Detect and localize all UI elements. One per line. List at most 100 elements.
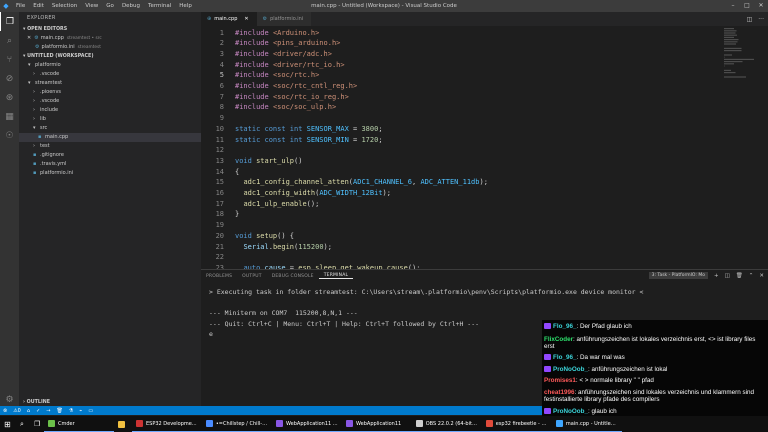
taskbar-app[interactable]: main.cpp - Untitled...	[552, 416, 622, 432]
panel-tab-debug-console[interactable]: DEBUG CONSOLE	[267, 274, 319, 279]
code-editor[interactable]: 1 #include <Arduino.h> 2 #include <pins_ard…	[201, 26, 768, 269]
menu-file[interactable]: File	[12, 3, 29, 9]
chat-text: : anführungszeichen ist lokales verzeich…	[544, 336, 756, 351]
more-actions-icon[interactable]: ···	[758, 16, 764, 23]
clean-icon[interactable]: 🗑	[56, 408, 62, 414]
debug-icon[interactable]: ⊘	[0, 69, 19, 88]
taskbar-app[interactable]: ESP32 Developme...	[132, 416, 202, 432]
menu-edit[interactable]: Edit	[29, 3, 48, 9]
minimize-icon[interactable]: –	[726, 0, 740, 12]
tree-item[interactable]: ▾ streamtest	[19, 79, 201, 88]
code-line: 7 #include <soc/rtc_io_reg.h>	[201, 92, 721, 103]
minimap[interactable]	[722, 26, 762, 269]
terminal-icon[interactable]: ▭	[88, 408, 93, 414]
file-icon: ▪	[38, 134, 42, 140]
explorer-icon[interactable]: ❐	[0, 12, 19, 31]
code-token: SENSOR_MAX	[306, 124, 349, 133]
tree-item[interactable]: ▪ .travis.yml	[19, 160, 201, 169]
tab-platformio-ini[interactable]: ⚙ platformio.ini	[256, 12, 312, 26]
code-line: 20 void setup() {	[201, 231, 721, 242]
chat-text: : anführungszeichen sind lokales verzeic…	[544, 389, 755, 404]
tree-item[interactable]: › lib	[19, 115, 201, 124]
remote-icon[interactable]: ⊗	[3, 408, 7, 414]
alien-icon[interactable]: ☉	[0, 126, 19, 145]
panel-tab-terminal[interactable]: TERMINAL	[318, 273, 354, 279]
code-token: setup	[256, 231, 278, 240]
menu-view[interactable]: View	[81, 3, 102, 9]
build-icon[interactable]: ✓	[36, 408, 40, 414]
tree-item[interactable]: ▾ platformio	[19, 61, 201, 70]
split-editor-icon[interactable]: ◫	[747, 16, 753, 23]
split-terminal-icon[interactable]: ◫	[725, 273, 730, 279]
search-taskbar-icon[interactable]: ⌕	[16, 416, 30, 432]
extensions-icon[interactable]: ▦	[0, 107, 19, 126]
maximize-panel-icon[interactable]: ⌃	[749, 273, 754, 279]
search-icon[interactable]: ⌕	[0, 31, 19, 50]
problems-icon[interactable]: ⚠0	[13, 408, 21, 414]
tree-item[interactable]: › .vscode	[19, 70, 201, 79]
workspace-header[interactable]: ▾ UNTITLED (WORKSPACE)	[19, 52, 201, 61]
tree-item[interactable]: ▾ src	[19, 124, 201, 133]
taskbar-app[interactable]: WebApplication11 ...	[272, 416, 342, 432]
line-number: 3	[219, 49, 224, 58]
panel-tab-problems[interactable]: PROBLEMS	[201, 274, 237, 279]
menu-terminal[interactable]: Terminal	[144, 3, 175, 9]
open-editor-name: main.cpp	[40, 35, 64, 41]
taskbar-app[interactable]: OBS 22.0.2 (64-bit, ...	[412, 416, 482, 432]
tree-item[interactable]: › .vscode	[19, 97, 201, 106]
tree-item[interactable]: › include	[19, 106, 201, 115]
line-number: 2	[219, 39, 224, 48]
taskbar-app[interactable]	[114, 416, 132, 432]
terminal-select[interactable]: 3: Task - PlatformIO: Mo	[648, 272, 708, 279]
home-icon[interactable]: ⌂	[27, 408, 30, 414]
taskbar-app[interactable]: esp32 firebeetle - G...	[482, 416, 552, 432]
menu-selection[interactable]: Selection	[48, 3, 81, 9]
start-button[interactable]: ⊞	[0, 416, 16, 432]
panel-tab-output[interactable]: OUTPUT	[237, 274, 267, 279]
close-editor-icon[interactable]: ✕	[27, 35, 31, 41]
maximize-icon[interactable]: □	[740, 0, 754, 12]
taskbar-app[interactable]: •=Chillstep / Chill-s...	[202, 416, 272, 432]
close-tab-icon[interactable]: ✕	[244, 12, 248, 26]
taskbar-app[interactable]: Cmder	[44, 416, 114, 432]
close-panel-icon[interactable]: ✕	[759, 273, 764, 279]
menu-help[interactable]: Help	[175, 3, 196, 9]
minimap-line	[724, 56, 725, 58]
code-line: 21 Serial.begin(115200);	[201, 242, 721, 253]
upload-icon[interactable]: →	[46, 408, 50, 414]
open-editor-item[interactable]: ⚙ platformio.ini streamtest	[19, 43, 201, 52]
taskbar-app[interactable]: WebApplication11	[342, 416, 412, 432]
tree-item[interactable]: › .pioenvs	[19, 88, 201, 97]
platformio-icon[interactable]: ⊛	[0, 88, 19, 107]
menu-debug[interactable]: Debug	[118, 3, 144, 9]
tab-main-cpp[interactable]: ⊕ main.cpp ✕	[201, 12, 257, 26]
close-icon[interactable]: ✕	[754, 0, 768, 12]
chat-username: cheat1996	[544, 389, 575, 396]
test-icon[interactable]: ⚗	[69, 408, 73, 414]
open-editors-header[interactable]: ▾ OPEN EDITORS	[19, 25, 201, 34]
source-control-icon[interactable]: ⑂	[0, 50, 19, 69]
tree-item[interactable]: › test	[19, 142, 201, 151]
code-token: static const int	[235, 135, 307, 144]
tree-item[interactable]: ▪ .gitignore	[19, 151, 201, 160]
kill-terminal-icon[interactable]: 🗑	[736, 273, 743, 279]
code-line: 8 #include <soc/soc_ulp.h>	[201, 102, 721, 113]
add-terminal-icon[interactable]: +	[714, 273, 719, 279]
tree-item[interactable]: ▪ main.cpp	[19, 133, 201, 142]
editor-actions: ◫ ···	[747, 12, 764, 26]
code-text: static const int SENSOR_MIN = 1720;	[235, 135, 383, 146]
open-editor-item[interactable]: ✕ ⚙ main.cpp streamtest • src	[19, 34, 201, 43]
code-token: adc1_config_channel_atten	[243, 178, 349, 187]
minimap-line	[724, 47, 742, 49]
tree-item[interactable]: ▪ platformio.ini	[19, 169, 201, 178]
chat-message: Flo_96_: Der Pfad glaub ich	[544, 323, 766, 330]
minimap-line	[724, 76, 746, 78]
tree-item-label: .travis.yml	[40, 161, 67, 167]
task-view-icon[interactable]: ❐	[30, 416, 44, 432]
serial-monitor-icon[interactable]: ⌁	[79, 408, 82, 414]
menu-go[interactable]: Go	[102, 3, 118, 9]
code-text: void start_ulp()	[235, 156, 302, 167]
code-token: ();	[306, 199, 320, 208]
chat-text: : < > normale library " " pfad	[575, 377, 654, 384]
minimap-line	[724, 28, 734, 30]
